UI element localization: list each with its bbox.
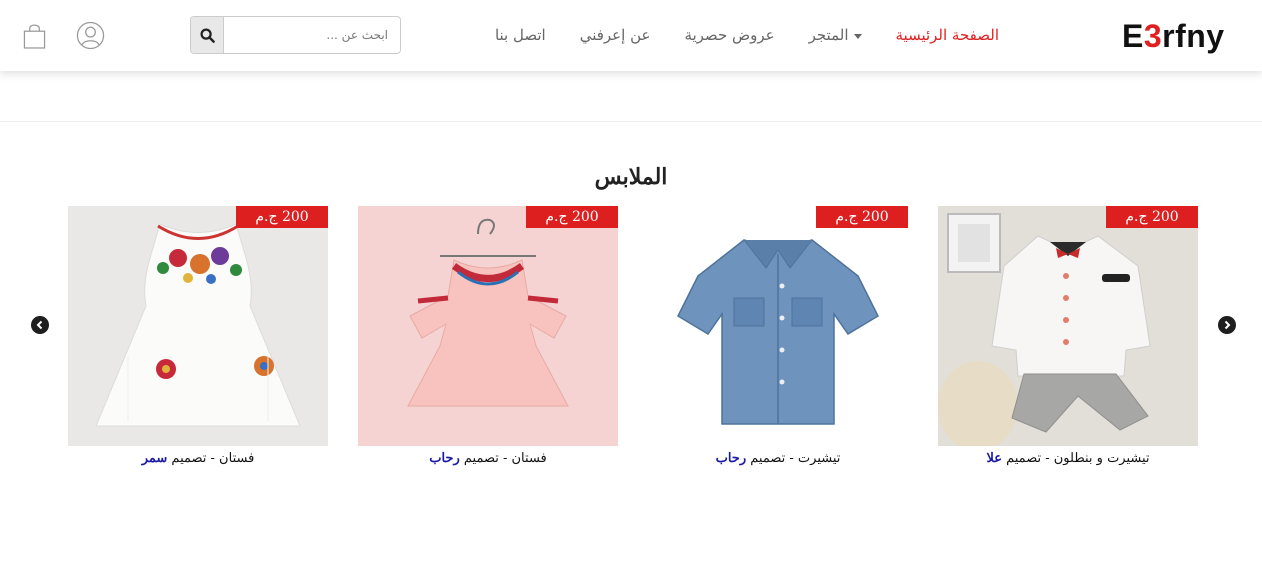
carousel-prev-button[interactable]	[31, 316, 49, 334]
designer-link[interactable]: علا	[986, 451, 1002, 466]
shirt-pants-image	[938, 206, 1198, 446]
denim-shirt-image	[648, 206, 908, 446]
product-caption: فستان - تصميم رحاب	[358, 451, 618, 466]
search-input[interactable]	[224, 17, 400, 53]
nav-contact[interactable]: اتصل بنا	[495, 26, 546, 44]
price-badge: 200 ج.م	[1106, 206, 1198, 228]
nav-offers[interactable]: عروض حصرية	[684, 26, 774, 44]
product-card[interactable]: 200 ج.م فستان - تصميم رحاب	[358, 206, 618, 466]
nav-store-label: المتجر	[808, 26, 849, 44]
price-badge: 200 ج.م	[236, 206, 328, 228]
logo-prefix: E	[1122, 18, 1144, 54]
product-image[interactable]: 200 ج.م	[358, 206, 618, 446]
pink-dress-image	[358, 206, 618, 446]
nav-about[interactable]: عن إعرفني	[580, 26, 651, 44]
product-title: تيشيرت و بنطلون - تصميم	[1006, 451, 1150, 466]
search-icon	[199, 27, 215, 43]
product-card[interactable]: 200 ج.م فستان - تصميم سمر	[68, 206, 328, 466]
main-nav: اتصل بنا عن إعرفني عروض حصرية المتجر الص…	[495, 24, 999, 46]
product-card[interactable]: 200 ج.م تيشيرت و بنطلون - تصميم علا	[938, 206, 1198, 466]
navbar: E3rfny اتصل بنا عن إعرفني عروض حصرية الم…	[0, 0, 1262, 71]
product-image[interactable]: 200 ج.م	[938, 206, 1198, 446]
product-caption: فستان - تصميم سمر	[68, 451, 328, 466]
logo[interactable]: E3rfny	[1122, 18, 1225, 54]
section-title: الملابس	[594, 164, 668, 190]
nav-home[interactable]: الصفحة الرئيسية	[896, 26, 1000, 44]
cart-icon[interactable]	[23, 22, 46, 50]
chevron-left-icon	[36, 320, 43, 330]
product-caption: تيشيرت - تصميم رحاب	[648, 451, 908, 466]
designer-link[interactable]: سمر	[142, 451, 168, 466]
designer-link[interactable]: رحاب	[429, 451, 460, 466]
product-image[interactable]: 200 ج.م	[68, 206, 328, 446]
designer-link[interactable]: رحاب	[716, 451, 747, 466]
logo-accent: 3	[1143, 18, 1163, 54]
price-badge: 200 ج.م	[816, 206, 908, 228]
price-badge: 200 ج.م	[526, 206, 618, 228]
nav-store[interactable]: المتجر	[809, 26, 862, 44]
product-image[interactable]: 200 ج.م	[648, 206, 908, 446]
user-icon[interactable]	[76, 21, 105, 50]
carousel-next-button[interactable]	[1218, 316, 1236, 334]
white-dress-image	[68, 206, 328, 446]
caret-down-icon	[853, 33, 862, 39]
product-title: فستان - تصميم	[171, 451, 255, 466]
product-title: فستان - تصميم	[463, 451, 547, 466]
product-title: تيشيرت - تصميم	[750, 451, 841, 466]
logo-suffix: rfny	[1162, 18, 1225, 54]
chevron-right-icon	[1224, 320, 1231, 330]
section-divider	[0, 121, 1262, 122]
product-card[interactable]: 200 ج.م تيشيرت - تصميم رحاب	[648, 206, 908, 466]
product-caption: تيشيرت و بنطلون - تصميم علا	[938, 451, 1198, 466]
search-button[interactable]	[191, 17, 224, 53]
search-box	[190, 16, 401, 54]
